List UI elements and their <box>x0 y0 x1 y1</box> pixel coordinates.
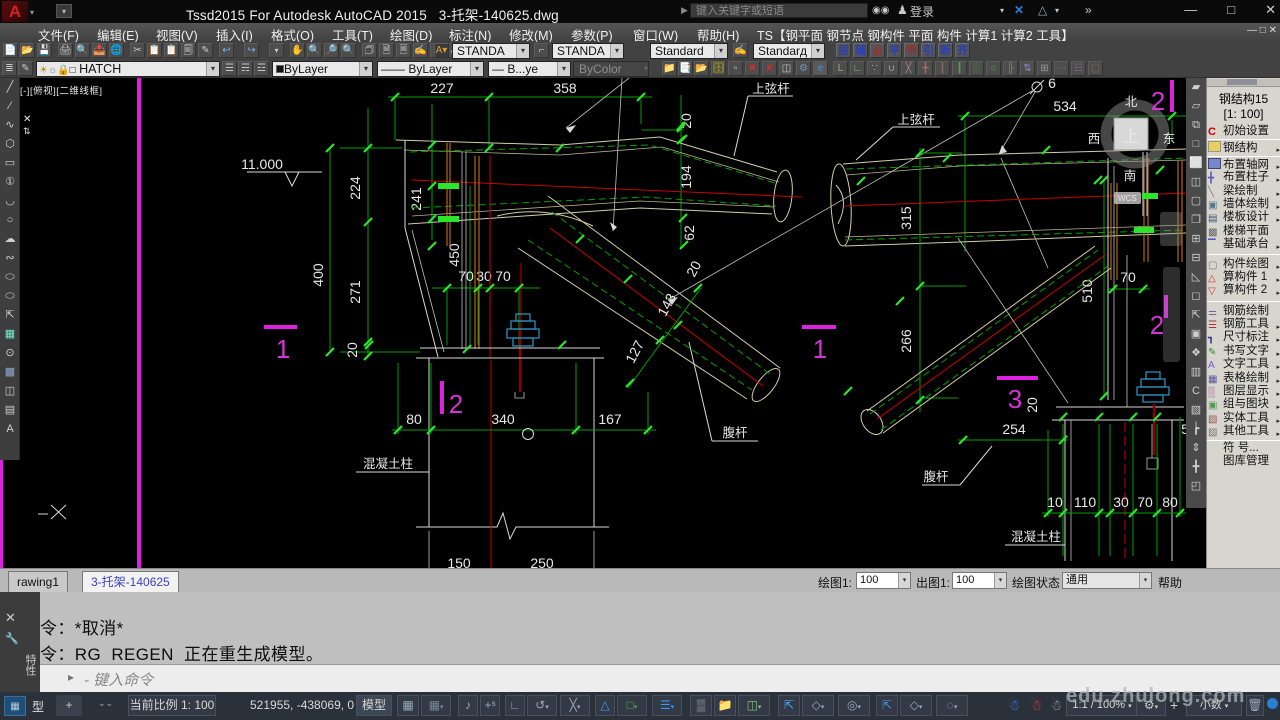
svg-text:194: 194 <box>678 165 694 189</box>
svg-text:2: 2 <box>449 389 463 419</box>
svg-text:腹杆: 腹杆 <box>722 426 748 440</box>
svg-text:20: 20 <box>683 258 705 279</box>
svg-text:241: 241 <box>408 187 424 211</box>
svg-text:✕: ✕ <box>23 114 31 125</box>
svg-text:400: 400 <box>310 263 326 287</box>
svg-text:1: 1 <box>276 334 290 364</box>
svg-text:254: 254 <box>1002 421 1026 437</box>
svg-text:上: 上 <box>1123 127 1140 146</box>
svg-text:1: 1 <box>813 334 827 364</box>
svg-text:南: 南 <box>1124 168 1137 183</box>
svg-text:150: 150 <box>447 555 471 568</box>
svg-text:腹杆: 腹杆 <box>923 470 949 484</box>
svg-text:20: 20 <box>1024 397 1040 413</box>
svg-text:WCS: WCS <box>1118 194 1137 203</box>
svg-text:450: 450 <box>446 243 462 267</box>
svg-text:⇅: ⇅ <box>23 126 31 136</box>
svg-text:混凝土柱: 混凝土柱 <box>1011 529 1061 544</box>
svg-text:30: 30 <box>1113 494 1129 510</box>
svg-text:6: 6 <box>1048 78 1056 91</box>
svg-text:70: 70 <box>495 268 511 284</box>
svg-text:10: 10 <box>1047 494 1063 510</box>
svg-text:北: 北 <box>1125 95 1138 109</box>
svg-text:358: 358 <box>553 80 577 96</box>
svg-text:2: 2 <box>1151 86 1165 116</box>
svg-text:[-][俯视][二维线框]: [-][俯视][二维线框] <box>20 85 103 97</box>
svg-text:70: 70 <box>1120 269 1136 285</box>
svg-text:东: 东 <box>1163 132 1176 146</box>
svg-text:167: 167 <box>598 411 622 427</box>
svg-text:11.000: 11.000 <box>241 156 283 172</box>
svg-text:510: 510 <box>1079 279 1095 303</box>
svg-text:271: 271 <box>347 280 363 304</box>
svg-text:西: 西 <box>1088 132 1101 146</box>
svg-text:315: 315 <box>898 206 914 230</box>
svg-text:227: 227 <box>430 80 454 96</box>
svg-text:110: 110 <box>1074 494 1097 510</box>
svg-text:266: 266 <box>898 329 914 353</box>
svg-text:3: 3 <box>1008 384 1022 414</box>
svg-text:混凝土柱: 混凝土柱 <box>363 456 413 471</box>
svg-text:2: 2 <box>1150 310 1164 340</box>
svg-text:127: 127 <box>622 337 647 365</box>
svg-text:224: 224 <box>347 176 363 200</box>
svg-text:上弦杆: 上弦杆 <box>752 81 790 96</box>
svg-text:20: 20 <box>344 342 360 358</box>
svg-text:143: 143 <box>654 290 679 318</box>
svg-text:80: 80 <box>406 411 422 427</box>
svg-text:250: 250 <box>530 555 554 568</box>
svg-text:70: 70 <box>1137 494 1153 510</box>
svg-text:80: 80 <box>1162 494 1178 510</box>
svg-text:534: 534 <box>1053 98 1077 114</box>
svg-text:340: 340 <box>491 411 515 427</box>
svg-text:上弦杆: 上弦杆 <box>897 112 935 127</box>
svg-text:62: 62 <box>681 225 697 241</box>
